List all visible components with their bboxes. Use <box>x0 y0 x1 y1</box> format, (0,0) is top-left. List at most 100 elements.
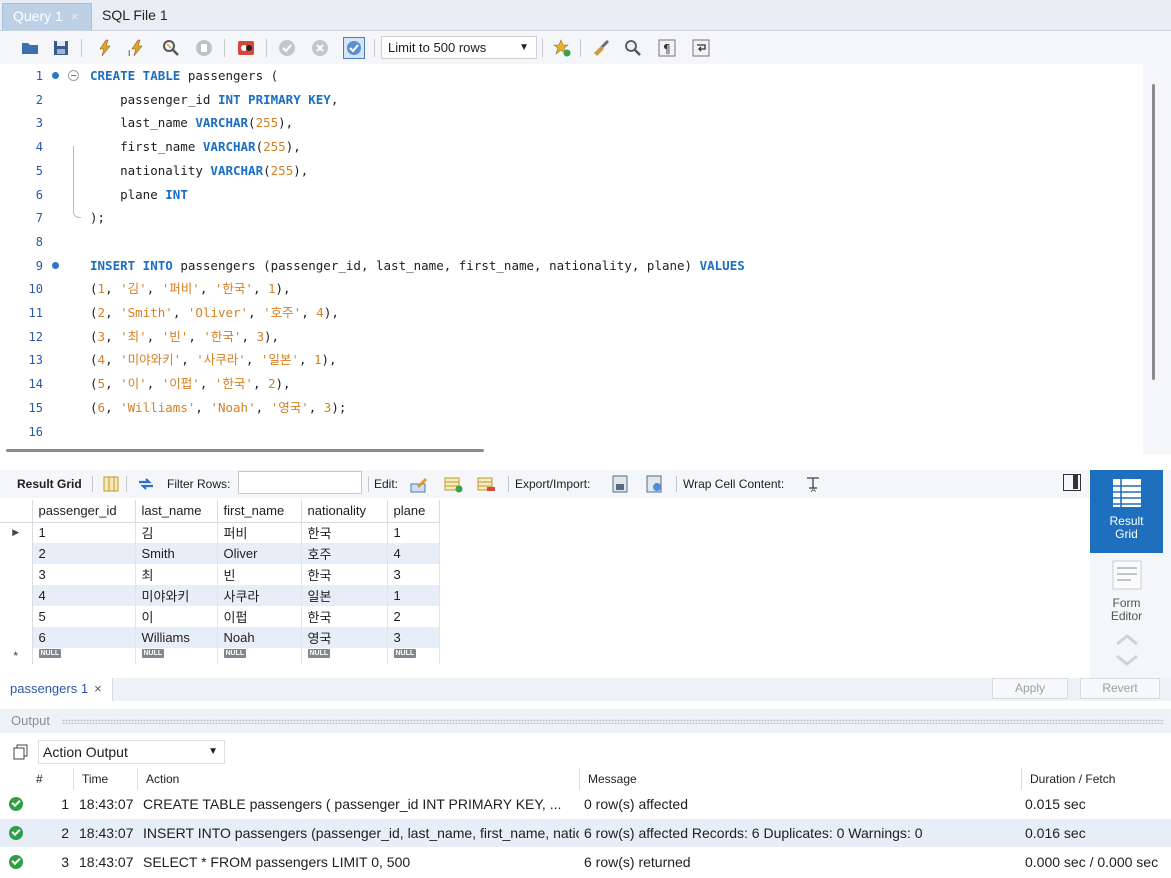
edit-pencil-icon[interactable] <box>409 474 429 494</box>
row-header[interactable] <box>0 543 33 564</box>
output-row[interactable]: 3 18:43:07 SELECT * FROM passengers LIMIT … <box>0 848 1171 876</box>
row-header[interactable] <box>0 606 33 627</box>
result-grid-label[interactable]: Result Grid <box>17 476 82 492</box>
row-header[interactable] <box>0 627 33 648</box>
table-cell-last_name[interactable]: Smith <box>135 543 218 564</box>
execute-lightning-icon[interactable] <box>94 37 116 59</box>
output-type-select[interactable]: Action Output ▼ <box>38 740 225 764</box>
scroll-up-down-chevrons-icon[interactable] <box>1114 630 1140 670</box>
row-header[interactable]: * <box>0 648 33 664</box>
export-icon[interactable] <box>610 474 630 494</box>
result-grid-view-button[interactable]: Result Grid <box>1090 470 1163 553</box>
result-tab-passengers-1[interactable]: passengers 1 × <box>0 678 113 701</box>
table-cell-first_name[interactable]: Oliver <box>217 543 302 564</box>
execute-current-statement-icon[interactable]: I <box>126 37 148 59</box>
commit-check-icon[interactable] <box>276 37 298 59</box>
table-cell-passenger_id[interactable]: 6 <box>32 627 136 648</box>
table-cell-plane[interactable]: 1 <box>387 585 440 606</box>
close-icon[interactable]: × <box>71 9 79 24</box>
scrollbar-thumb[interactable] <box>6 449 484 452</box>
null-cell-plane[interactable]: NULL <box>387 648 440 664</box>
column-header-nationality[interactable]: nationality <box>301 500 388 523</box>
table-cell-first_name[interactable]: 사쿠라 <box>217 585 302 606</box>
editor-horizontal-scrollbar[interactable] <box>0 442 1143 454</box>
limit-rows-select[interactable]: Limit to 500 rows ▼ <box>381 36 537 59</box>
table-cell-plane[interactable]: 3 <box>387 564 440 585</box>
stop-hand-icon[interactable] <box>193 37 215 59</box>
column-header-passenger_id[interactable]: passenger_id <box>32 500 136 523</box>
filter-rows-input[interactable] <box>238 471 362 494</box>
table-cell-first_name[interactable]: 빈 <box>217 564 302 585</box>
table-cell-nationality[interactable]: 한국 <box>301 522 388 543</box>
add-snippet-star-icon[interactable] <box>551 37 573 59</box>
column-header-plane[interactable]: plane <box>387 500 440 523</box>
delete-row-icon[interactable] <box>476 474 496 494</box>
refresh-arrows-icon[interactable] <box>136 474 156 494</box>
table-row[interactable]: 6 Williams Noah 영국 3 <box>0 627 440 648</box>
panel-grip[interactable] <box>62 719 1164 724</box>
table-cell-plane[interactable]: 2 <box>387 606 440 627</box>
table-cell-passenger_id[interactable]: 4 <box>32 585 136 606</box>
tab-query-1[interactable]: Query 1 × <box>2 3 92 30</box>
row-header[interactable]: ▶ <box>0 522 33 543</box>
revert-button[interactable]: Revert <box>1080 678 1160 699</box>
row-header[interactable] <box>0 564 33 585</box>
import-icon[interactable] <box>644 474 664 494</box>
column-header-first_name[interactable]: first_name <box>217 500 302 523</box>
table-cell-first_name[interactable]: 퍼비 <box>217 522 302 543</box>
editor-vertical-scrollbar[interactable] <box>1143 64 1171 454</box>
output-row[interactable]: 1 18:43:07 CREATE TABLE passengers ( passe… <box>0 790 1171 818</box>
grid-layout-icon[interactable] <box>101 474 121 494</box>
insert-row-icon[interactable] <box>443 474 463 494</box>
form-editor-view-button[interactable]: Form Editor <box>1090 558 1163 628</box>
fold-toggle-icon[interactable] <box>68 70 79 81</box>
explain-magnifier-icon[interactable] <box>160 37 182 59</box>
auto-commit-toggle-icon[interactable] <box>343 37 365 59</box>
null-cell-passenger_id[interactable]: NULL <box>32 648 136 664</box>
scrollbar-thumb[interactable] <box>1152 84 1155 380</box>
toggle-side-panel-icon[interactable] <box>1063 474 1081 491</box>
table-cell-nationality[interactable]: 호주 <box>301 543 388 564</box>
wrap-cell-toggle-icon[interactable]: A <box>803 474 823 494</box>
table-cell-passenger_id[interactable]: 2 <box>32 543 136 564</box>
table-cell-passenger_id[interactable]: 3 <box>32 564 136 585</box>
table-cell-plane[interactable]: 1 <box>387 522 440 543</box>
table-cell-last_name[interactable]: 미야와키 <box>135 585 218 606</box>
table-cell-nationality[interactable]: 영국 <box>301 627 388 648</box>
sql-editor[interactable]: 1 CREATE TABLE passengers (2 passenger_id… <box>0 64 1143 442</box>
close-icon[interactable]: × <box>94 681 102 696</box>
table-row[interactable]: 4 미야와키 사쿠라 일본 1 <box>0 585 440 606</box>
new-row[interactable]: * NULL NULL NULL NULL NULL <box>0 648 440 664</box>
table-cell-last_name[interactable]: 이 <box>135 606 218 627</box>
table-cell-nationality[interactable]: 일본 <box>301 585 388 606</box>
null-cell-last_name[interactable]: NULL <box>135 648 218 664</box>
table-row[interactable]: 2 Smith Oliver 호주 4 <box>0 543 440 564</box>
table-cell-last_name[interactable]: Williams <box>135 627 218 648</box>
open-folder-icon[interactable] <box>19 37 41 59</box>
column-header-last_name[interactable]: last_name <box>135 500 218 523</box>
save-icon[interactable] <box>50 37 72 59</box>
null-cell-first_name[interactable]: NULL <box>217 648 302 664</box>
find-magnifier-icon[interactable] <box>622 37 644 59</box>
table-cell-passenger_id[interactable]: 5 <box>32 606 136 627</box>
table-cell-passenger_id[interactable]: 1 <box>32 522 136 543</box>
result-grid[interactable]: passenger_id last_name first_name nationali… <box>0 498 1090 674</box>
tab-sql-file-1[interactable]: SQL File 1 <box>92 3 178 30</box>
invisible-chars-pilcrow-icon[interactable]: ¶ <box>656 37 678 59</box>
null-cell-nationality[interactable]: NULL <box>301 648 388 664</box>
rollback-cancel-icon[interactable] <box>309 37 331 59</box>
table-cell-nationality[interactable]: 한국 <box>301 606 388 627</box>
copy-icon[interactable] <box>12 743 30 761</box>
table-cell-first_name[interactable]: 이펍 <box>217 606 302 627</box>
row-header[interactable] <box>0 585 33 606</box>
table-cell-plane[interactable]: 3 <box>387 627 440 648</box>
table-row[interactable]: ▶ 1 김 퍼비 한국 1 <box>0 522 440 543</box>
table-cell-first_name[interactable]: Noah <box>217 627 302 648</box>
beautify-brush-icon[interactable] <box>590 37 612 59</box>
table-cell-last_name[interactable]: 김 <box>135 522 218 543</box>
table-row[interactable]: 5 이 이펍 한국 2 <box>0 606 440 627</box>
apply-button[interactable]: Apply <box>992 678 1068 699</box>
toggle-stop-on-error-icon[interactable] <box>235 37 257 59</box>
table-cell-nationality[interactable]: 한국 <box>301 564 388 585</box>
table-cell-last_name[interactable]: 최 <box>135 564 218 585</box>
